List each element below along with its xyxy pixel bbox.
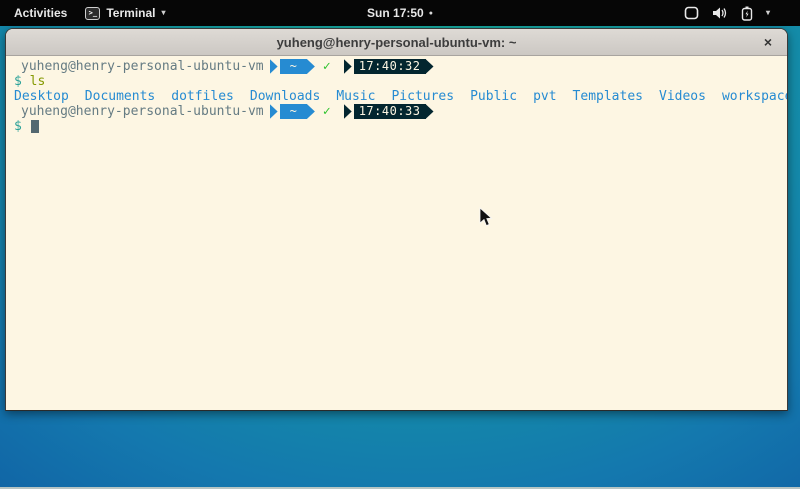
screen-icon (684, 6, 699, 20)
directory-name: Documents (85, 89, 155, 104)
activities-button[interactable]: Activities (10, 4, 71, 22)
directory-name: Music (336, 89, 375, 104)
powerline-chevron-icon (270, 104, 278, 119)
terminal-app-icon: >_ (85, 7, 100, 20)
prompt-line-1: yuheng@henry-personal-ubuntu-vm ~ ✓ 17:4… (6, 59, 787, 74)
command-line: $ ls (6, 74, 787, 89)
powerline-cwd-segment: ~ (270, 104, 315, 119)
ls-output-line: Desktop Documents dotfiles Downloads Mus… (6, 89, 787, 104)
notification-dot-icon: ● (429, 10, 433, 17)
powerline-chevron-icon (270, 59, 278, 74)
prompt-user-host: yuheng@henry-personal-ubuntu-vm (21, 104, 264, 119)
powerline-arrow-icon (307, 104, 315, 119)
chevron-down-icon: ▾ (766, 9, 770, 17)
spacer (22, 119, 30, 134)
directory-name: Public (470, 89, 517, 104)
prompt-symbol: $ (14, 119, 22, 134)
spacer (22, 74, 30, 89)
clock[interactable]: Sun 17:50 (367, 6, 424, 20)
input-line[interactable]: $ (6, 119, 787, 134)
powerline-arrow-icon (426, 59, 434, 74)
powerline-arrow-icon (307, 59, 315, 74)
prompt-user-host: yuheng@henry-personal-ubuntu-vm (21, 59, 264, 74)
terminal-window: yuheng@henry-personal-ubuntu-vm: ~ × yuh… (5, 28, 788, 411)
powerline-time-segment: 17:40:32 (344, 59, 434, 74)
powerline-chevron-icon (344, 104, 352, 119)
app-menu-label: Terminal (106, 6, 155, 20)
prompt-cwd: ~ (280, 104, 307, 119)
window-title: yuheng@henry-personal-ubuntu-vm: ~ (277, 35, 517, 50)
app-menu[interactable]: >_ Terminal ▾ (85, 6, 165, 20)
close-button[interactable]: × (759, 33, 777, 51)
command-text: ls (30, 74, 46, 89)
chevron-down-icon: ▾ (161, 9, 165, 17)
prompt-cwd: ~ (280, 59, 307, 74)
directory-name: Pictures (391, 89, 454, 104)
volume-icon (712, 6, 728, 20)
directory-name: pvt (533, 89, 556, 104)
directory-name: Downloads (250, 89, 320, 104)
directory-name: Desktop (14, 89, 69, 104)
terminal-content[interactable]: yuheng@henry-personal-ubuntu-vm ~ ✓ 17:4… (6, 56, 787, 411)
window-titlebar[interactable]: yuheng@henry-personal-ubuntu-vm: ~ × (6, 29, 787, 56)
directory-name: Templates (573, 89, 643, 104)
gnome-top-bar: Activities >_ Terminal ▾ Sun 17:50 ● (0, 0, 800, 26)
prompt-symbol: $ (14, 74, 22, 89)
powerline-time-segment: 17:40:33 (344, 104, 434, 119)
directory-name: Videos (659, 89, 706, 104)
powerline-arrow-icon (426, 104, 434, 119)
text-cursor (31, 120, 39, 133)
powerline-chevron-icon (344, 59, 352, 74)
prompt-time: 17:40:32 (354, 59, 426, 74)
desktop: Activities >_ Terminal ▾ Sun 17:50 ● (0, 0, 800, 489)
status-check-icon: ✓ (323, 59, 331, 74)
directory-name: workspace (722, 89, 788, 104)
directory-name: dotfiles (171, 89, 234, 104)
prompt-line-2: yuheng@henry-personal-ubuntu-vm ~ ✓ 17:4… (6, 104, 787, 119)
battery-charging-icon (741, 6, 753, 21)
status-check-icon: ✓ (323, 104, 331, 119)
prompt-time: 17:40:33 (354, 104, 426, 119)
system-status-area[interactable]: ▾ (684, 6, 800, 21)
powerline-cwd-segment: ~ (270, 59, 315, 74)
